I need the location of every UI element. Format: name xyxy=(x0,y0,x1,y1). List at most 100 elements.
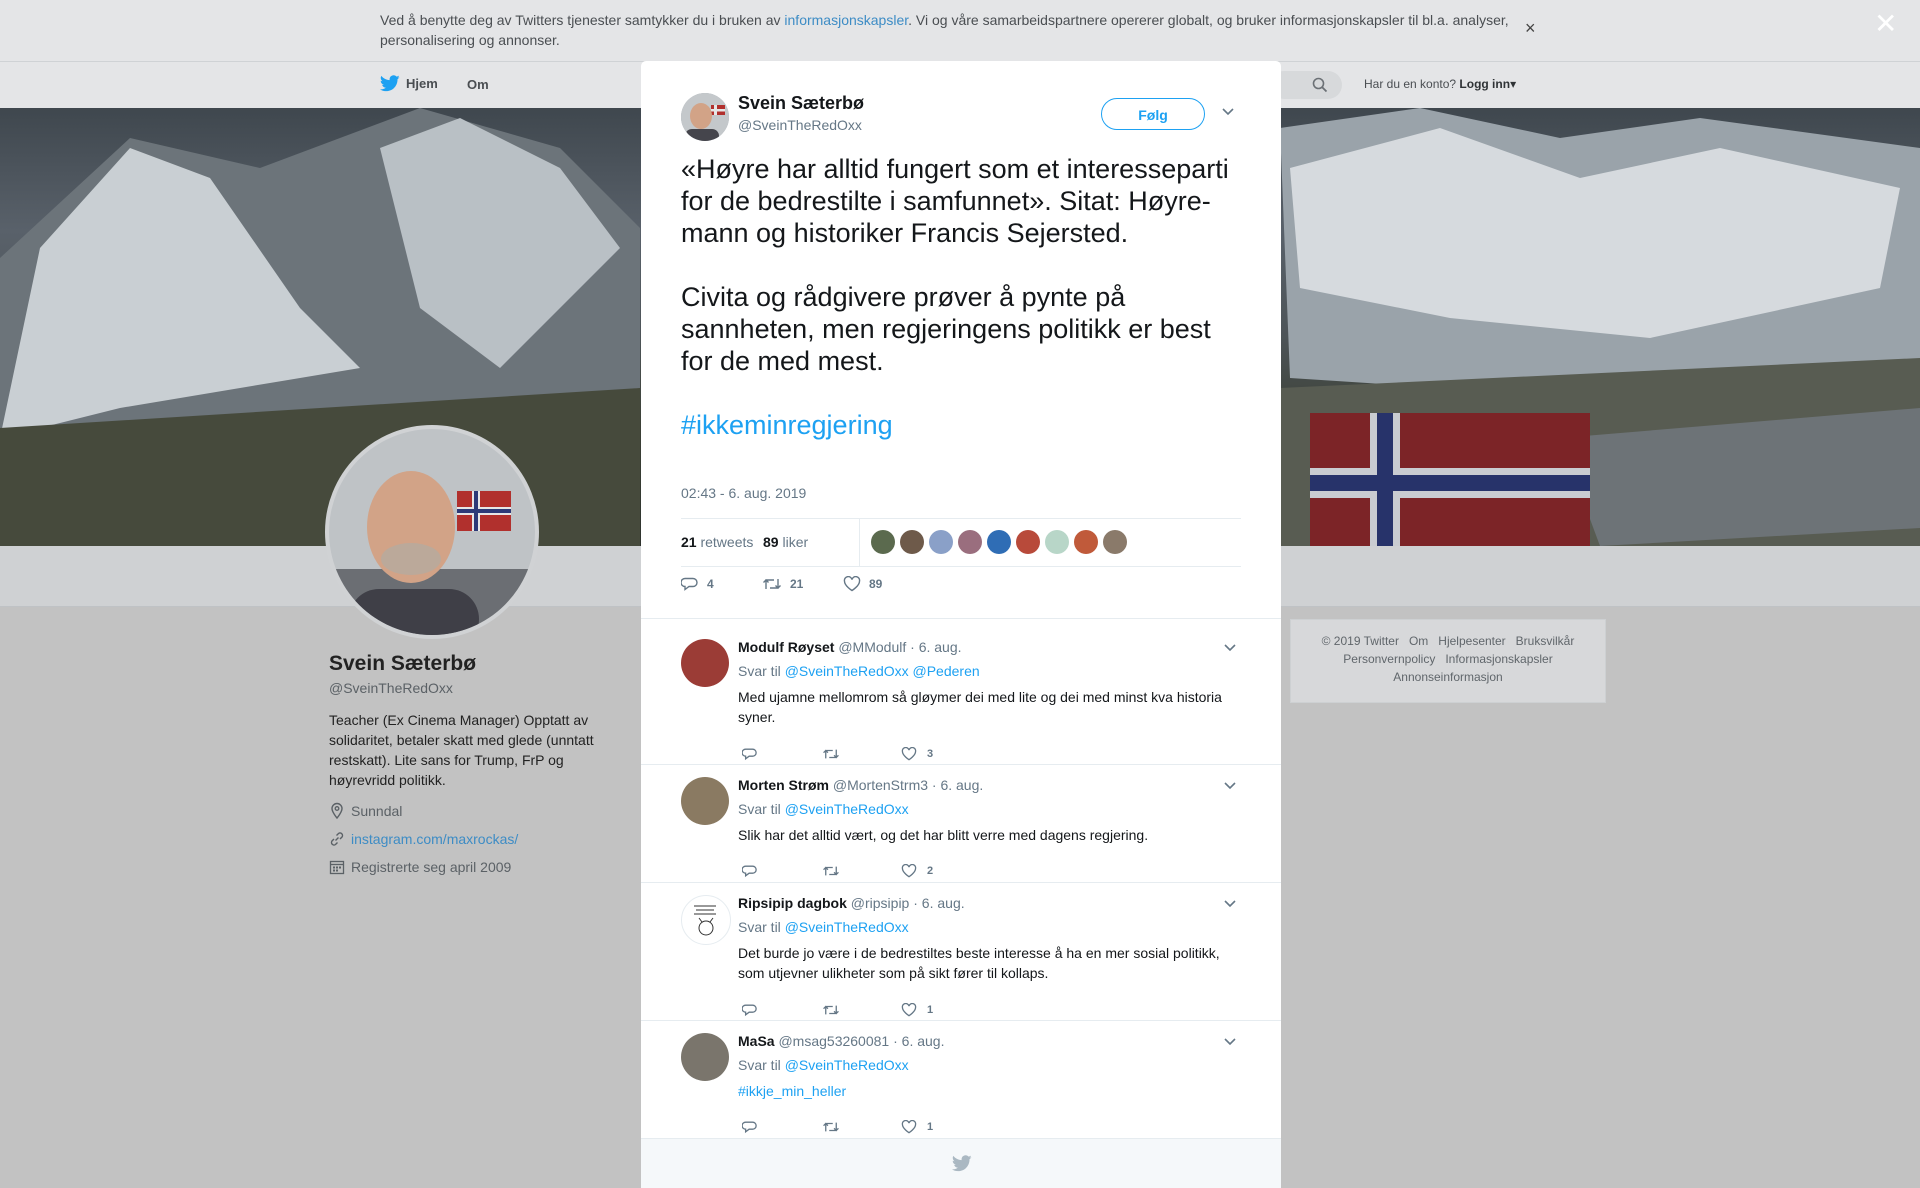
like-action[interactable]: 1 xyxy=(901,1120,933,1134)
liker-avatar[interactable] xyxy=(987,530,1011,554)
like-count: 89 xyxy=(869,577,883,591)
tweet-author-handle[interactable]: @SveinTheRedOxx xyxy=(738,117,862,133)
reply-author-avatar[interactable] xyxy=(681,639,729,687)
like-count: 3 xyxy=(927,748,934,760)
profile-name[interactable]: Svein Sæterbø xyxy=(329,652,476,676)
footer-privacy-link[interactable]: Personvernpolicy xyxy=(1343,652,1435,666)
reply-author-name[interactable]: MaSa xyxy=(738,1033,775,1049)
divider xyxy=(641,1020,1281,1021)
reply-author-handle[interactable]: @MortenStrm3 xyxy=(833,777,928,793)
footer-row-1: © 2019 Twitter Om Hjelpesenter Bruksvilkår xyxy=(1291,634,1605,648)
nav-about-link[interactable]: Om xyxy=(467,77,489,92)
profile-avatar[interactable] xyxy=(325,425,539,639)
reply-action[interactable] xyxy=(742,864,758,878)
reply-action[interactable]: 4 xyxy=(681,576,714,592)
reply-author-avatar[interactable] xyxy=(681,895,731,945)
liker-avatar[interactable] xyxy=(1074,530,1098,554)
reply-action[interactable] xyxy=(742,747,758,761)
chevron-down-icon[interactable] xyxy=(1223,1037,1237,1047)
reply-actions: 1 xyxy=(742,1120,1042,1140)
reply-date[interactable]: · 6. aug. xyxy=(893,1033,944,1049)
reply-header: Morten Strøm @MortenStrm3 · 6. aug. xyxy=(738,777,983,793)
retweet-icon xyxy=(823,866,839,876)
reply-text: Slik har det alltid vært, og det har bli… xyxy=(738,827,1149,843)
liker-avatar[interactable] xyxy=(900,530,924,554)
reply-header: Modulf Røyset @MModulf · 6. aug. xyxy=(738,639,962,655)
reply-author-name[interactable]: Modulf Røyset xyxy=(738,639,834,655)
follow-button[interactable]: Følg xyxy=(1101,98,1205,130)
sketch-avatar-image xyxy=(694,905,716,936)
nav-home-link[interactable]: Hjem xyxy=(380,75,438,92)
close-modal-button[interactable]: ✕ xyxy=(1874,10,1897,38)
like-action[interactable]: 1 xyxy=(901,1003,933,1017)
profile-handle[interactable]: @SveinTheRedOxx xyxy=(329,680,453,696)
reply-mention-link[interactable]: @SveinTheRedOxx xyxy=(785,919,909,935)
footer-terms-link[interactable]: Bruksvilkår xyxy=(1516,634,1575,648)
retweet-action[interactable] xyxy=(822,747,840,761)
footer-cookies-link[interactable]: Informasjonskapsler xyxy=(1445,652,1552,666)
reply-date[interactable]: · 6. aug. xyxy=(910,639,961,655)
tweet-author-avatar[interactable] xyxy=(681,93,729,141)
chevron-down-icon[interactable] xyxy=(1223,643,1237,653)
retweet-action[interactable] xyxy=(822,1003,840,1017)
retweet-action[interactable] xyxy=(822,864,840,878)
location-pin-icon xyxy=(331,802,343,820)
reply-date[interactable]: · 6. aug. xyxy=(932,777,983,793)
likes-stat[interactable]: 89 liker xyxy=(763,534,808,550)
reply-author-handle[interactable]: @ripsipip xyxy=(851,895,910,911)
liker-avatar[interactable] xyxy=(1045,530,1069,554)
nav-home-label: Hjem xyxy=(406,76,438,91)
reply-text: Det burde jo være i de bedrestiltes best… xyxy=(738,945,1220,981)
reply-icon xyxy=(742,865,757,878)
like-action[interactable]: 3 xyxy=(901,747,933,761)
retweet-action[interactable] xyxy=(822,1120,840,1134)
login-link[interactable]: Logg inn xyxy=(1459,77,1510,91)
reply-author-name[interactable]: Ripsipip dagbok xyxy=(738,895,847,911)
likes-label: liker xyxy=(782,534,809,550)
reply-mention-link[interactable]: @SveinTheRedOxx @Pederen xyxy=(785,663,980,679)
reply-author-avatar[interactable] xyxy=(681,1033,729,1081)
cookie-close-button[interactable]: × xyxy=(1525,18,1536,39)
tweet-author-name[interactable]: Svein Sæterbø xyxy=(738,93,864,114)
like-action[interactable]: 89 xyxy=(843,576,882,592)
reply-icon xyxy=(681,577,698,591)
footer-ads-info-link[interactable]: Annonseinformasjon xyxy=(1393,670,1502,684)
liker-avatars xyxy=(871,530,1127,554)
liker-avatar[interactable] xyxy=(1016,530,1040,554)
cookie-policy-link[interactable]: informasjonskapsler xyxy=(784,12,908,28)
like-count: 2 xyxy=(927,865,934,877)
liker-avatar[interactable] xyxy=(871,530,895,554)
like-action[interactable]: 2 xyxy=(901,864,933,878)
tweet-timestamp[interactable]: 02:43 - 6. aug. 2019 xyxy=(681,485,806,501)
reply-author-avatar[interactable] xyxy=(681,777,729,825)
reply-mention-link[interactable]: @SveinTheRedOxx xyxy=(785,801,909,817)
like-count: 1 xyxy=(927,1004,934,1016)
heart-icon xyxy=(843,576,861,592)
retweet-action[interactable]: 21 xyxy=(762,576,803,592)
reply-action[interactable] xyxy=(742,1120,758,1134)
liker-avatar[interactable] xyxy=(1103,530,1127,554)
reply-author-name[interactable]: Morten Strøm xyxy=(738,777,829,793)
reply-author-handle[interactable]: @MModulf xyxy=(838,639,906,655)
tweet-hashtag-link[interactable]: #ikkeminregjering xyxy=(681,409,1246,441)
retweet-icon xyxy=(763,579,781,589)
footer-about-link[interactable]: Om xyxy=(1409,634,1428,648)
reply-action[interactable] xyxy=(742,1003,758,1017)
reply-author-handle[interactable]: @msag53260081 xyxy=(778,1033,889,1049)
footer-help-link[interactable]: Hjelpesenter xyxy=(1438,634,1505,648)
retweets-stat[interactable]: 21 retweets xyxy=(681,534,753,550)
chevron-down-icon[interactable] xyxy=(1221,107,1235,117)
reply-mention-link[interactable]: @SveinTheRedOxx xyxy=(785,1057,909,1073)
reply-hashtag-link[interactable]: #ikkje_min_heller xyxy=(738,1081,1238,1101)
website-link[interactable]: instagram.com/maxrockas/ xyxy=(351,831,518,847)
profile-bio: Teacher (Ex Cinema Manager) Opptatt av s… xyxy=(329,712,594,788)
reply-date[interactable]: · 6. aug. xyxy=(913,895,964,911)
reply-to-label: Svar til xyxy=(738,801,781,817)
heart-icon xyxy=(901,1003,917,1017)
liker-avatar[interactable] xyxy=(958,530,982,554)
liker-avatar[interactable] xyxy=(929,530,953,554)
chevron-down-icon[interactable] xyxy=(1223,781,1237,791)
chevron-down-icon[interactable] xyxy=(1223,899,1237,909)
footer-copyright: © 2019 Twitter xyxy=(1321,634,1399,648)
login-caret-icon[interactable]: ▾ xyxy=(1510,77,1516,91)
